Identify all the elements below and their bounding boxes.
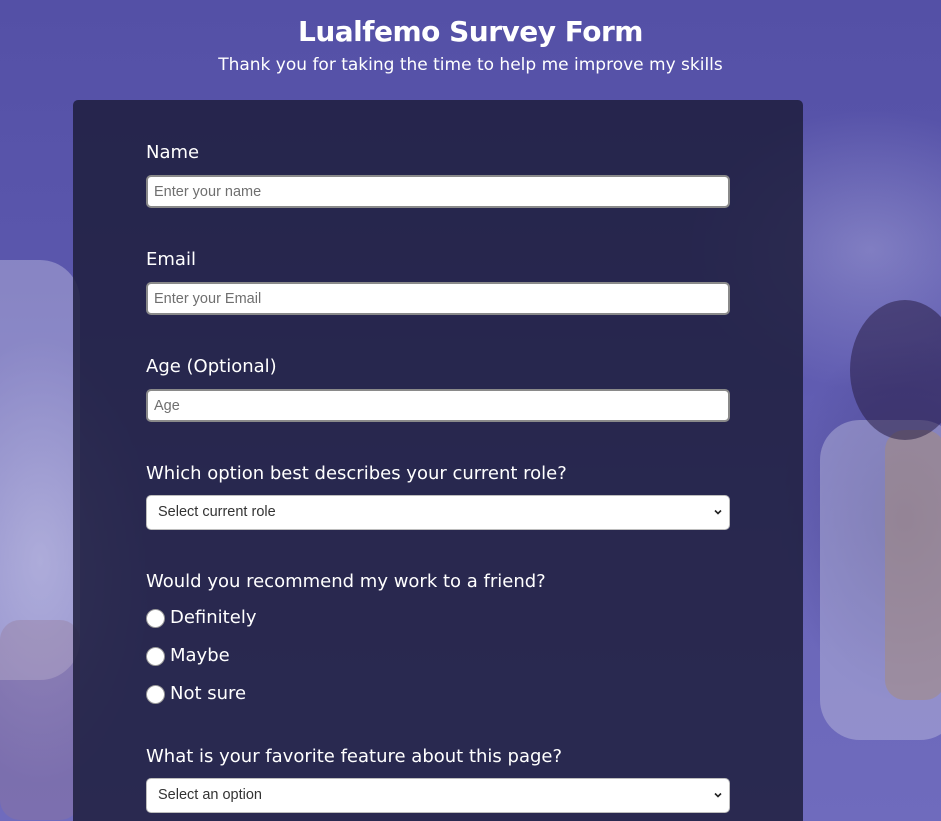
- role-dropdown-value: Select current role: [158, 504, 276, 520]
- feature-label: What is your favorite feature about this…: [146, 746, 563, 767]
- chevron-down-icon: [714, 509, 722, 515]
- email-input[interactable]: [146, 282, 730, 315]
- name-label: Name: [146, 142, 200, 163]
- radio-label-definitely: Definitely: [170, 607, 257, 628]
- feature-dropdown[interactable]: Select an option: [146, 778, 730, 813]
- radio-label-not-sure: Not sure: [170, 683, 247, 704]
- recommend-label: Would you recommend my work to a friend?: [146, 571, 546, 592]
- radio-button[interactable]: [146, 646, 165, 666]
- age-input[interactable]: [146, 389, 730, 422]
- page-title: Lualfemo Survey Form: [298, 15, 643, 48]
- page-description: Thank you for taking the time to help me…: [218, 55, 723, 75]
- role-label: Which option best describes your current…: [146, 463, 567, 484]
- feature-dropdown-value: Select an option: [158, 787, 262, 803]
- email-label: Email: [146, 249, 196, 270]
- email-group: Email: [146, 248, 730, 315]
- radio-button[interactable]: [146, 684, 165, 704]
- feature-group: What is your favorite feature about this…: [146, 745, 730, 813]
- radio-definitely[interactable]: Definitely: [146, 606, 730, 630]
- radio-not-sure[interactable]: Not sure: [146, 682, 730, 706]
- recommend-group: Would you recommend my work to a friend?…: [146, 570, 730, 706]
- role-group: Which option best describes your current…: [146, 462, 730, 530]
- age-label: Age (Optional): [146, 356, 277, 377]
- chevron-down-icon: [714, 792, 722, 798]
- radio-maybe[interactable]: Maybe: [146, 644, 730, 668]
- age-group: Age (Optional): [146, 355, 730, 422]
- radio-button[interactable]: [146, 608, 165, 628]
- name-group: Name: [146, 141, 730, 208]
- radio-label-maybe: Maybe: [170, 645, 230, 666]
- name-input[interactable]: [146, 175, 730, 208]
- page-header: Lualfemo Survey Form Thank you for takin…: [0, 14, 941, 77]
- survey-form: Name Email Age (Optional) Which option b…: [73, 100, 803, 821]
- role-dropdown[interactable]: Select current role: [146, 495, 730, 530]
